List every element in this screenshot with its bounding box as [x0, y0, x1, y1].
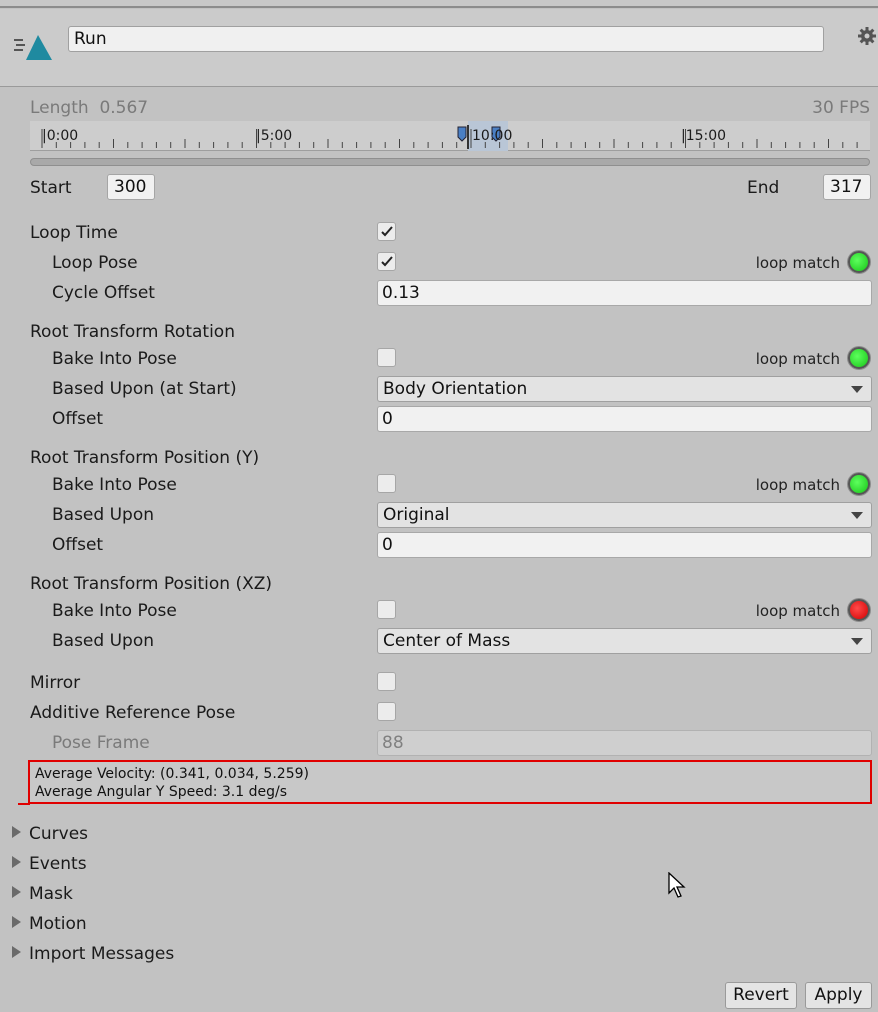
fps-label: 30 FPS — [812, 98, 870, 118]
pos-y-bake-checkbox[interactable] — [377, 474, 396, 493]
based-upon-label: Based Upon (at Start) — [52, 379, 237, 399]
revert-button[interactable]: Revert — [725, 982, 797, 1009]
offset-label: Offset — [52, 409, 104, 429]
pos-xz-bake-checkbox[interactable] — [377, 600, 396, 619]
chevron-down-icon — [851, 638, 863, 645]
bake-into-pose-label: Bake Into Pose — [52, 475, 177, 495]
loop-time-label: Loop Time — [30, 223, 118, 243]
foldout-label: Events — [29, 854, 87, 874]
loop-match-label: loop match — [755, 602, 840, 620]
bake-into-pose-label: Bake Into Pose — [52, 349, 177, 369]
rotation-bake-checkbox[interactable] — [377, 348, 396, 367]
average-velocity-text: Average Velocity: (0.341, 0.034, 5.259) — [35, 766, 309, 782]
loop-pose-checkbox[interactable] — [377, 252, 396, 271]
chevron-down-icon — [851, 386, 863, 393]
tick-label: |0:00 — [42, 128, 79, 144]
tick-label: 10:00 — [472, 128, 513, 144]
pos-y-based-upon-dropdown[interactable]: Original — [377, 502, 872, 528]
offset-label: Offset — [52, 535, 104, 555]
end-field[interactable]: 317 — [823, 174, 871, 200]
foldout-events[interactable]: Events — [12, 853, 87, 875]
loop-match-indicator — [848, 473, 870, 495]
chevron-down-icon — [851, 512, 863, 519]
tick-label: |5:00 — [256, 128, 293, 144]
loop-match-label: loop match — [755, 350, 840, 368]
foldout-label: Mask — [29, 884, 73, 904]
additive-label: Additive Reference Pose — [30, 703, 236, 723]
highlight-marker — [18, 803, 30, 805]
start-field[interactable]: 300 — [107, 174, 155, 200]
tick-label: |15:00 — [681, 128, 727, 144]
pose-frame-field: 88 — [377, 730, 872, 756]
clip-name-field[interactable]: Run — [68, 26, 824, 52]
checkmark-icon — [381, 256, 393, 267]
loop-match-label: loop match — [755, 476, 840, 494]
cycle-offset-label: Cycle Offset — [52, 283, 155, 303]
foldout-curves[interactable]: Curves — [12, 823, 88, 845]
length-value: 0.567 — [99, 98, 149, 118]
foldout-mask[interactable]: Mask — [12, 883, 73, 905]
end-label: End — [747, 178, 780, 198]
loop-match-indicator — [848, 251, 870, 273]
dropdown-value: Body Orientation — [383, 379, 528, 399]
loop-match-indicator — [848, 347, 870, 369]
mouse-cursor-icon — [668, 871, 688, 905]
apply-button[interactable]: Apply — [805, 982, 872, 1009]
timeline-ruler[interactable]: |0:00 |5:00 10:00 |15:00 — [30, 121, 870, 151]
length-label: Length 0.567 — [30, 98, 149, 118]
based-upon-label: Based Upon — [52, 505, 154, 525]
triangle-right-icon — [12, 886, 21, 898]
gear-icon[interactable] — [857, 26, 877, 46]
loop-time-checkbox[interactable] — [377, 222, 396, 241]
additive-checkbox[interactable] — [377, 702, 396, 721]
pos-xz-based-upon-dropdown[interactable]: Center of Mass — [377, 628, 872, 654]
dropdown-value: Center of Mass — [383, 631, 511, 651]
rotation-based-upon-dropdown[interactable]: Body Orientation — [377, 376, 872, 402]
triangle-right-icon — [12, 826, 21, 838]
root-pos-xz-header: Root Transform Position (XZ) — [30, 574, 273, 594]
average-velocity-info: Average Velocity: (0.341, 0.034, 5.259) … — [28, 760, 872, 804]
clip-header: Run — [0, 9, 878, 87]
rotation-offset-field[interactable]: 0 — [377, 406, 872, 432]
pos-y-offset-field[interactable]: 0 — [377, 532, 872, 558]
mirror-checkbox[interactable] — [377, 672, 396, 691]
foldout-label: Curves — [29, 824, 89, 844]
top-border — [0, 0, 878, 8]
timeline-scrollbar[interactable] — [30, 158, 870, 166]
start-label: Start — [30, 178, 72, 198]
bake-into-pose-label: Bake Into Pose — [52, 601, 177, 621]
foldout-label: Import Messages — [29, 944, 175, 964]
foldout-label: Motion — [29, 914, 87, 934]
triangle-right-icon — [12, 856, 21, 868]
triangle-right-icon — [12, 946, 21, 958]
animation-clip-icon — [14, 31, 54, 63]
triangle-right-icon — [12, 916, 21, 928]
average-angular-text: Average Angular Y Speed: 3.1 deg/s — [35, 784, 287, 800]
root-rotation-header: Root Transform Rotation — [30, 322, 235, 342]
cycle-offset-field[interactable]: 0.13 — [377, 280, 872, 306]
based-upon-label: Based Upon — [52, 631, 154, 651]
mirror-label: Mirror — [30, 673, 81, 693]
foldout-import-messages[interactable]: Import Messages — [12, 943, 174, 965]
root-pos-y-header: Root Transform Position (Y) — [30, 448, 260, 468]
pose-frame-label: Pose Frame — [52, 733, 150, 753]
loop-match-indicator — [848, 599, 870, 621]
dropdown-value: Original — [383, 505, 450, 525]
loop-pose-label: Loop Pose — [52, 253, 138, 273]
loop-match-label: loop match — [755, 254, 840, 272]
foldout-motion[interactable]: Motion — [12, 913, 87, 935]
checkmark-icon — [381, 226, 393, 237]
